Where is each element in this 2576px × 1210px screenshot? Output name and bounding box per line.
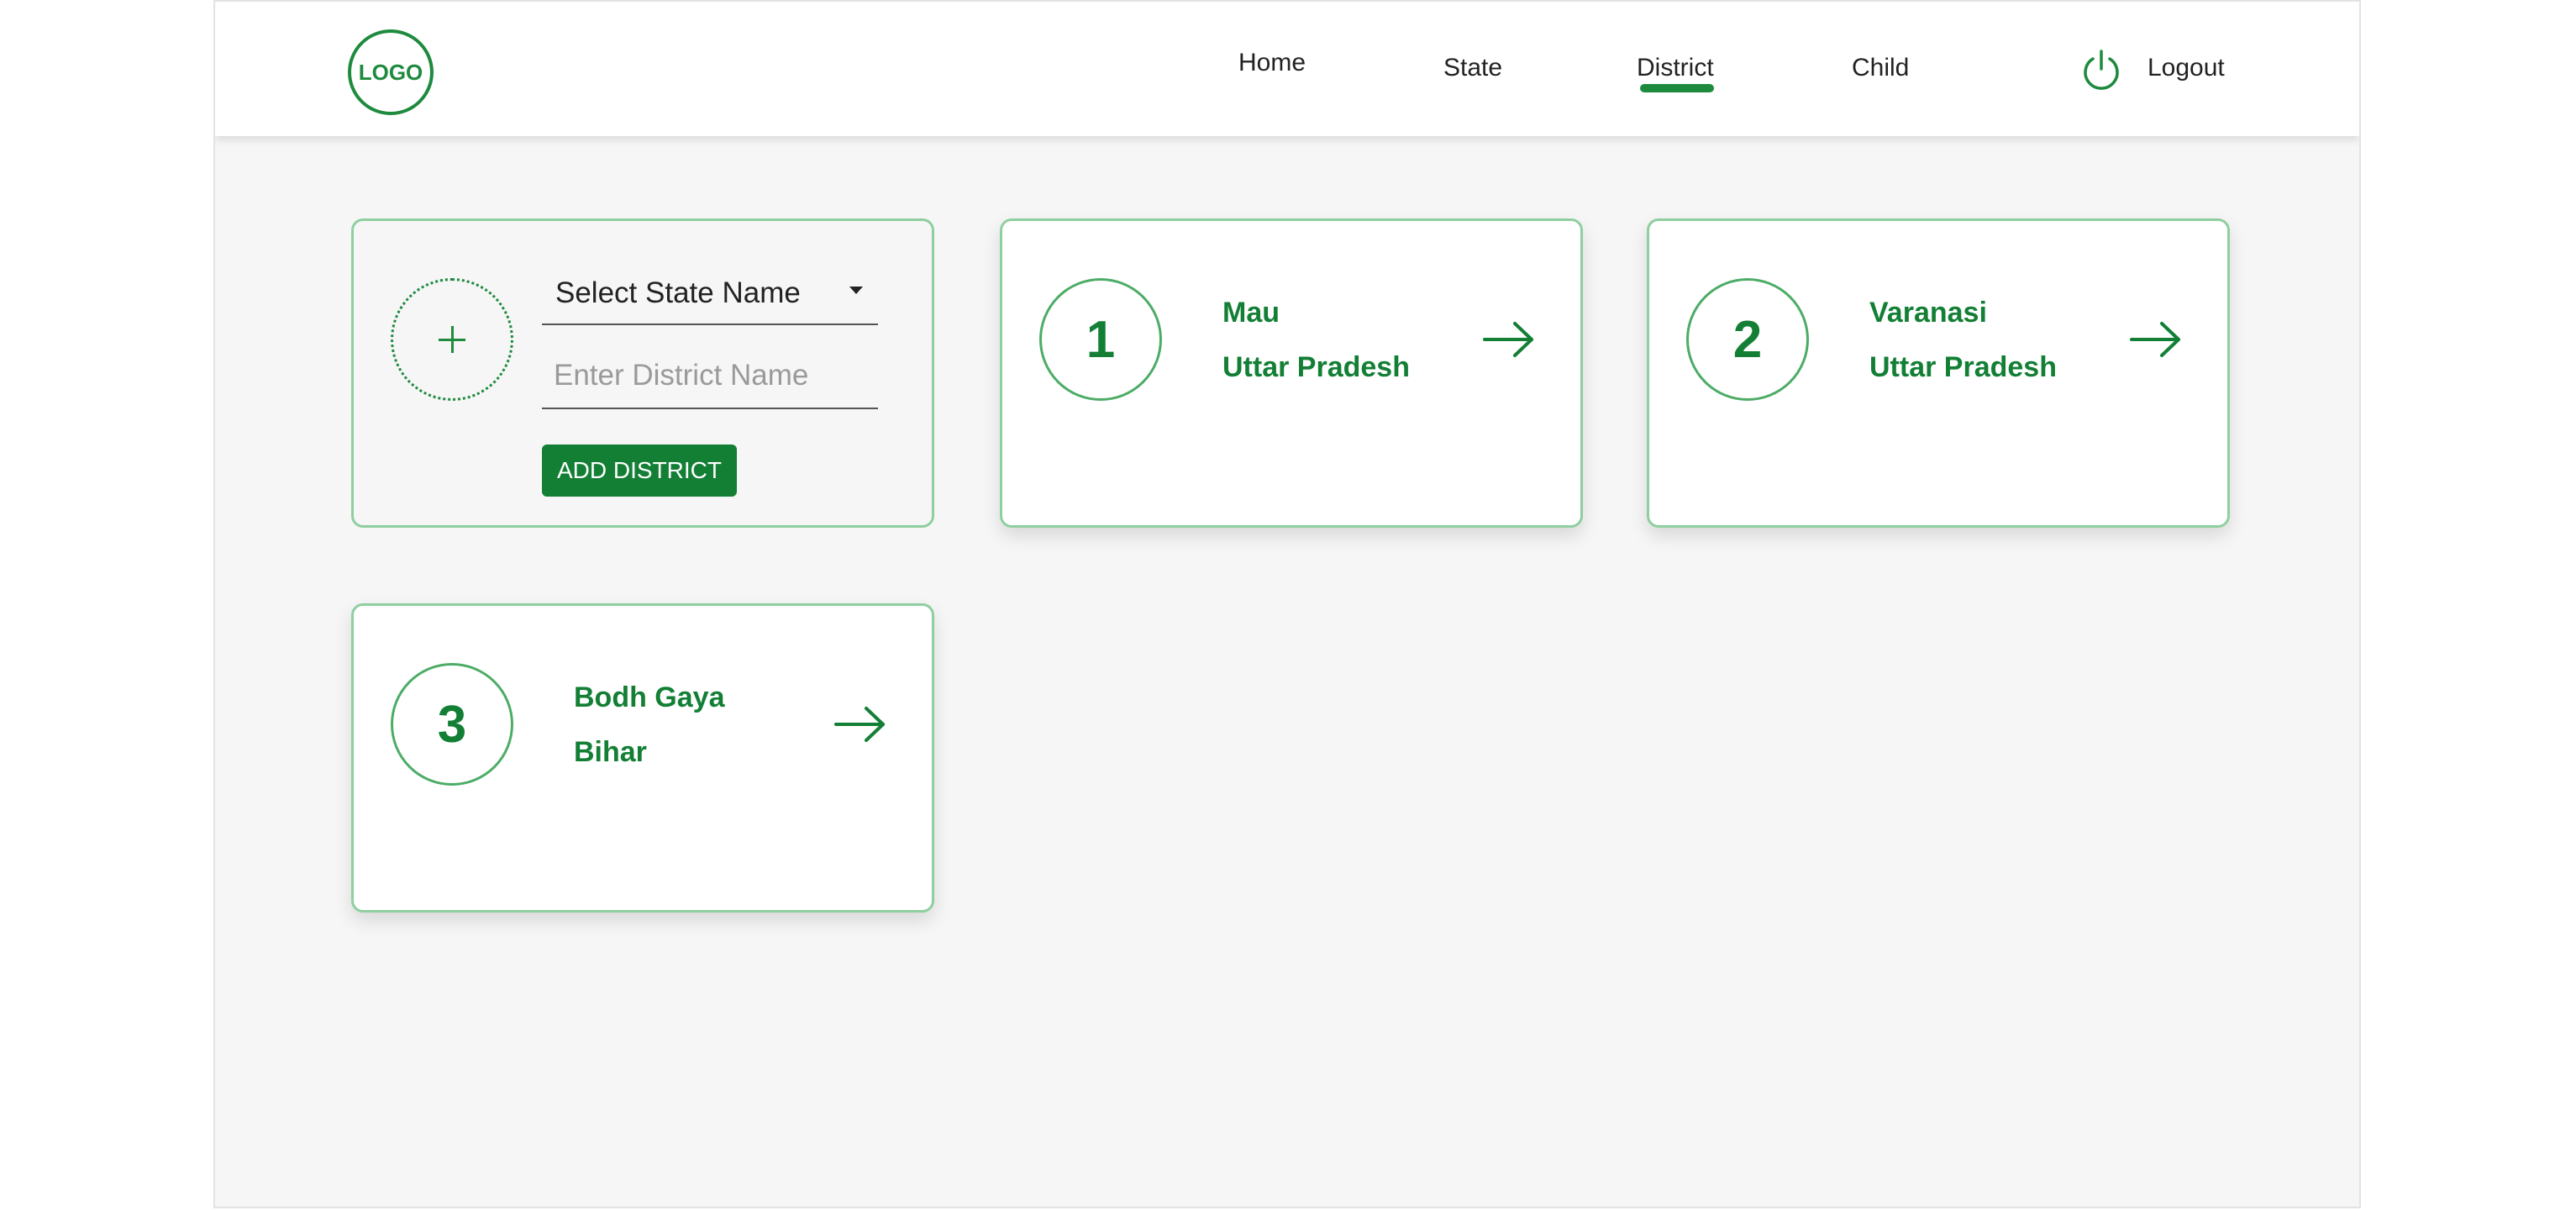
district-number: 3 (391, 663, 513, 786)
add-district-card: Select State Name ADD DISTRICT (351, 218, 934, 528)
district-state: Uttar Pradesh (1869, 351, 2057, 383)
nav-district[interactable]: District (1637, 54, 1714, 82)
district-name: Bodh Gaya (574, 681, 725, 713)
caret-down-icon (849, 287, 863, 294)
add-district-button[interactable]: ADD DISTRICT (542, 445, 737, 497)
state-select[interactable]: Select State Name (542, 265, 878, 325)
plus-icon-vertical (450, 326, 454, 353)
arrow-right-icon[interactable] (2128, 318, 2184, 360)
logo[interactable]: LOGO (348, 29, 434, 115)
district-number: 1 (1039, 278, 1162, 401)
district-card[interactable]: 3 Bodh Gaya Bihar (351, 603, 934, 913)
district-name: Varanasi (1869, 297, 1987, 329)
active-nav-indicator (1640, 84, 1714, 92)
district-card[interactable]: 1 Mau Uttar Pradesh (1000, 218, 1583, 528)
district-name-input[interactable] (542, 344, 878, 409)
power-icon[interactable] (2080, 49, 2122, 91)
district-state: Uttar Pradesh (1222, 351, 1410, 383)
nav-state[interactable]: State (1443, 54, 1502, 82)
nav-home[interactable]: Home (1238, 49, 1306, 77)
nav-child[interactable]: Child (1852, 54, 1909, 82)
district-number: 2 (1686, 278, 1809, 401)
district-state: Bihar (574, 736, 647, 768)
arrow-right-icon[interactable] (1481, 318, 1537, 360)
district-card[interactable]: 2 Varanasi Uttar Pradesh (1647, 218, 2230, 528)
district-name: Mau (1222, 297, 1280, 329)
arrow-right-icon[interactable] (833, 703, 888, 745)
logout-link[interactable]: Logout (2148, 54, 2225, 82)
app-frame: LOGO Home State District Child Logout Se… (213, 0, 2361, 1208)
top-navbar: LOGO Home State District Child Logout (215, 2, 2359, 136)
state-select-value: Select State Name (555, 276, 801, 309)
add-district-circle[interactable] (391, 278, 513, 401)
